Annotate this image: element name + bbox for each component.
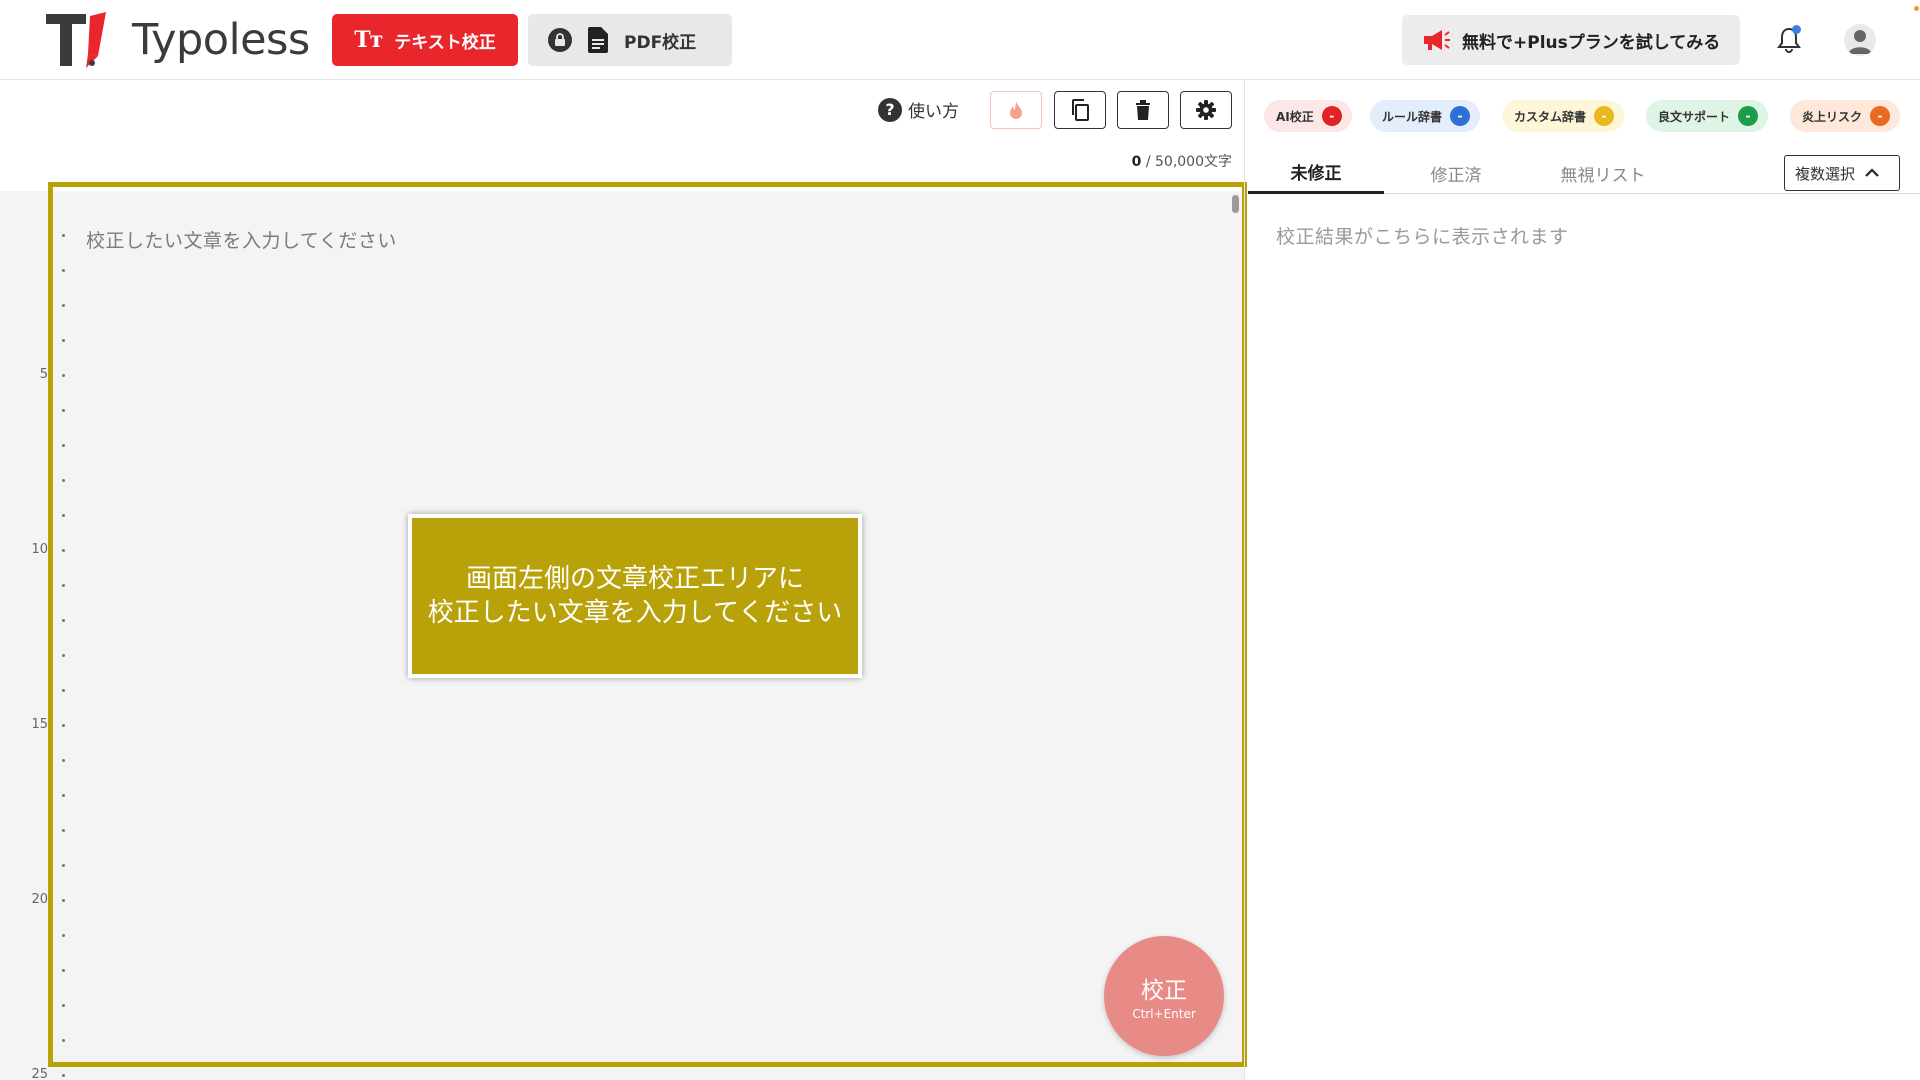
settings-button[interactable] <box>1180 91 1232 129</box>
app-header: Typoless Tт テキスト校正 PDF校正 無料で+Plusプランを試して… <box>0 0 1920 80</box>
tab-ignore-list[interactable]: 無視リスト <box>1528 152 1678 194</box>
text-check-label: テキスト校正 <box>394 32 496 53</box>
user-icon <box>1848 30 1872 54</box>
delete-button[interactable] <box>1117 91 1169 129</box>
help-label: 使い方 <box>908 102 959 122</box>
pdf-check-tab-button[interactable]: PDF校正 <box>528 14 732 66</box>
flame-icon <box>1010 101 1022 119</box>
filter-chip-rule-dictionary[interactable]: ルール辞書 - <box>1370 100 1481 132</box>
chip-count: - <box>1594 106 1615 126</box>
copy-button[interactable] <box>1054 91 1106 129</box>
proofread-button[interactable]: 校正 Ctrl+Enter <box>1104 936 1224 1056</box>
typoless-logo[interactable]: Typoless <box>46 12 310 68</box>
help-link[interactable]: ? 使い方 <box>878 97 959 122</box>
gear-icon <box>1196 100 1216 120</box>
status-indicator <box>1914 6 1919 11</box>
chevron-up-icon <box>1865 168 1879 177</box>
notification-bell-button[interactable] <box>1776 25 1802 54</box>
line-number: 5 <box>39 367 48 382</box>
plus-trial-button[interactable]: 無料で+Plusプランを試してみる <box>1402 15 1740 65</box>
filter-chip-ai[interactable]: AI校正 - <box>1264 100 1352 132</box>
logo-mark-icon <box>46 12 106 68</box>
chip-label: ルール辞書 <box>1382 109 1443 124</box>
tooltip-line: 画面左側の文章校正エリアに <box>465 564 804 594</box>
chip-label: AI校正 <box>1276 109 1314 124</box>
tab-fixed[interactable]: 修正済 <box>1388 152 1524 194</box>
chip-count: - <box>1321 106 1342 126</box>
filter-chip-custom-dictionary[interactable]: カスタム辞書 - <box>1502 100 1625 132</box>
trash-icon <box>1136 100 1150 120</box>
chip-count: - <box>1450 106 1471 126</box>
filter-chip-flame-risk[interactable]: 炎上リスク - <box>1790 100 1901 132</box>
char-count-current: 0 <box>1131 154 1142 170</box>
chip-count: - <box>1738 106 1759 126</box>
results-placeholder: 校正結果がこちらに表示されます <box>1276 226 1569 248</box>
pdf-check-label: PDF校正 <box>624 32 697 53</box>
plus-trial-label: 無料で+Plusプランを試してみる <box>1462 32 1721 53</box>
text-format-icon: Tт <box>354 27 383 53</box>
line-number: 25 <box>31 1067 48 1080</box>
lock-icon <box>548 28 572 52</box>
line-marker <box>62 1074 65 1077</box>
flame-risk-button[interactable] <box>990 91 1042 129</box>
document-icon <box>588 27 608 53</box>
pane-divider <box>1244 81 1245 1080</box>
chip-count: - <box>1870 106 1891 126</box>
chip-label: 炎上リスク <box>1802 109 1863 124</box>
multi-select-button[interactable]: 複数選択 <box>1784 155 1900 191</box>
proofread-label: 校正 <box>1141 978 1187 1004</box>
text-check-tab-button[interactable]: Tт テキスト校正 <box>332 14 518 66</box>
logo-wordmark: Typoless <box>132 15 310 65</box>
character-counter: 0 / 50,000文字 <box>1132 151 1232 171</box>
copy-icon <box>1072 99 1089 121</box>
line-number: 15 <box>31 717 48 732</box>
proofread-shortcut: Ctrl+Enter <box>1132 1007 1196 1021</box>
notification-badge <box>1792 25 1801 34</box>
char-count-max: / 50,000文字 <box>1145 154 1232 170</box>
filter-chip-good-writing[interactable]: 良文サポート - <box>1646 100 1769 132</box>
tab-unfixed[interactable]: 未修正 <box>1248 152 1384 194</box>
line-number: 10 <box>31 542 48 557</box>
chip-label: カスタム辞書 <box>1514 109 1587 124</box>
chip-label: 良文サポート <box>1658 109 1731 124</box>
tutorial-tooltip: 画面左側の文章校正エリアに 校正したい文章を入力してください <box>408 514 862 678</box>
help-icon: ? <box>878 97 902 122</box>
user-avatar-button[interactable] <box>1844 24 1876 56</box>
line-number: 20 <box>31 892 48 907</box>
multi-select-label: 複数選択 <box>1795 164 1856 183</box>
megaphone-icon <box>1424 30 1450 50</box>
tooltip-line: 校正したい文章を入力してください <box>427 598 843 628</box>
